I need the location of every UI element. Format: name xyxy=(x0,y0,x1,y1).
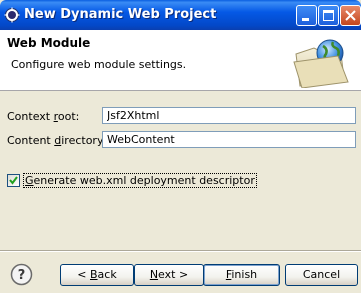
close-icon xyxy=(345,10,356,21)
next-button[interactable]: Next > xyxy=(134,264,204,286)
maximize-button[interactable] xyxy=(318,5,339,26)
context-root-input[interactable] xyxy=(102,107,356,124)
title-bar[interactable]: New Dynamic Web Project xyxy=(0,0,361,30)
generate-descriptor-checkbox[interactable] xyxy=(7,174,20,187)
generate-descriptor-label[interactable]: Generate web.xml deployment descriptor xyxy=(23,173,257,188)
page-title: Web Module xyxy=(7,36,91,50)
checkmark-icon xyxy=(9,176,18,185)
cancel-button[interactable]: Cancel xyxy=(285,264,358,286)
finish-button[interactable]: Finish xyxy=(203,264,280,286)
context-root-label: Context root: xyxy=(7,110,80,123)
window-title: New Dynamic Web Project xyxy=(24,7,217,22)
close-button[interactable] xyxy=(340,5,361,26)
web-folder-globe-icon xyxy=(293,39,349,88)
svg-text:?: ? xyxy=(18,268,26,283)
eclipse-app-icon xyxy=(4,7,20,23)
page-description: Configure web module settings. xyxy=(11,58,187,71)
separator-highlight xyxy=(0,251,361,252)
content-directory-input[interactable] xyxy=(102,131,356,148)
wizard-banner: Web Module Configure web module settings… xyxy=(0,30,361,91)
back-button[interactable]: < Back xyxy=(60,264,134,286)
content-directory-label: Content directory: xyxy=(7,134,107,147)
help-icon[interactable]: ? xyxy=(10,263,33,286)
minimize-button[interactable] xyxy=(296,5,317,26)
minimize-icon xyxy=(302,18,309,21)
maximize-icon xyxy=(323,10,334,21)
